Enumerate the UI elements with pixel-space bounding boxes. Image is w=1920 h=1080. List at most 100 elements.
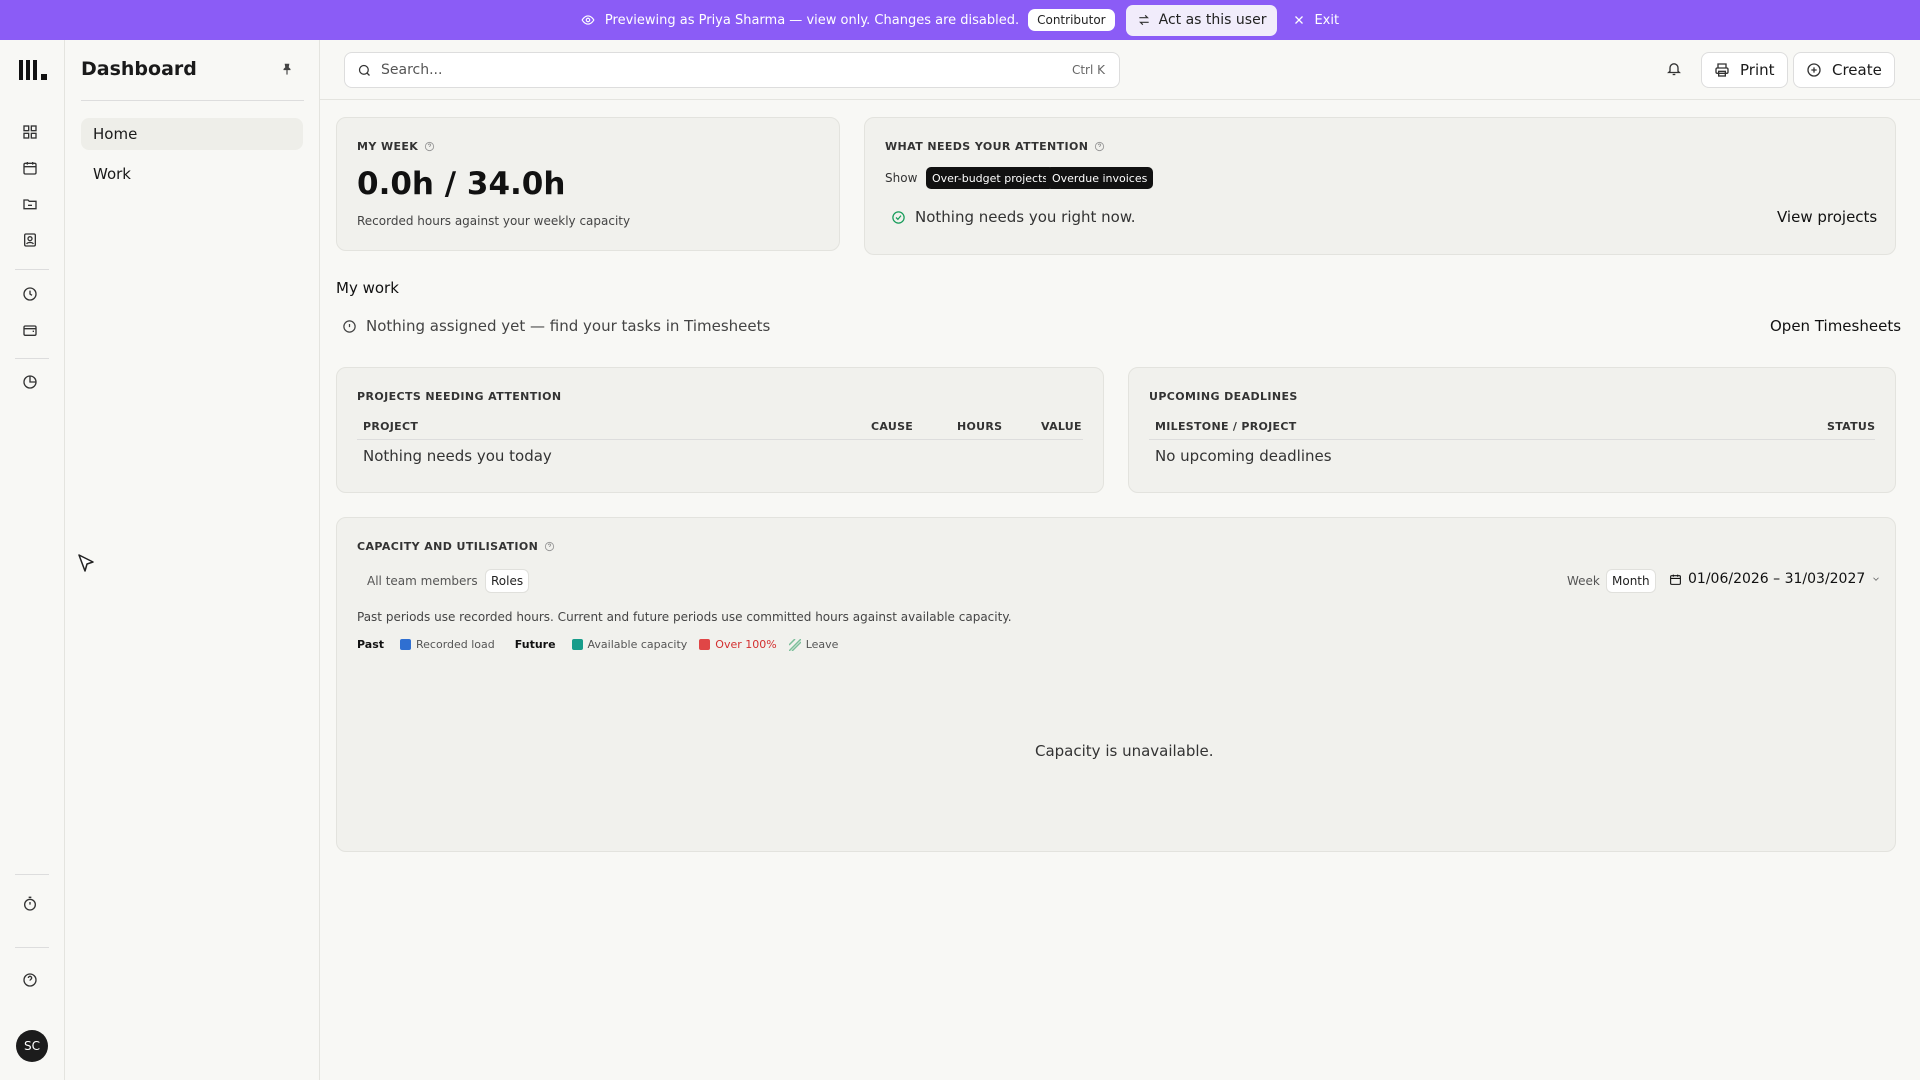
preview-banner: Previewing as Priya Sharma — view only. … [0,0,1920,40]
info-circle-icon [342,319,357,334]
my-week-title-text: MY WEEK [357,140,419,153]
my-work-empty: Nothing assigned yet — find your tasks i… [342,317,770,335]
sidebar-divider [81,100,304,101]
sidebar-item-work[interactable]: Work [81,158,303,190]
sidebar: Dashboard Home Work [65,40,320,1080]
capacity-legend: Past Recorded load Future Available capa… [357,638,850,651]
legend-leave: Leave [788,638,838,651]
date-range-text: 01/06/2026 – 31/03/2027 [1688,571,1866,587]
capacity-description: Past periods use recorded hours. Current… [357,610,1012,624]
close-icon [1293,14,1305,26]
column-header-value: VALUE [1041,420,1082,433]
my-work-empty-text: Nothing assigned yet — find your tasks i… [366,317,771,335]
legend-over: Over 100% [699,638,777,651]
legend-future-label: Future [514,638,556,651]
attention-title: WHAT NEEDS YOUR ATTENTION [885,140,1105,153]
legend-swatch-available [571,639,583,650]
pin-icon[interactable] [280,62,294,76]
week-hours-value: 0.0h / 34.0h [357,166,566,202]
printer-icon [1714,62,1730,78]
chevron-down-icon [1871,574,1881,584]
deadlines-empty-text: No upcoming deadlines [1155,447,1332,465]
search-box[interactable]: Ctrl K [344,52,1120,88]
date-range-picker[interactable]: 01/06/2026 – 31/03/2027 [1669,571,1881,587]
top-bar: Ctrl K Print Create [320,40,1920,100]
search-icon [357,63,372,78]
act-as-user-button[interactable]: Act as this user [1125,4,1278,36]
projects-empty-text: Nothing needs you today [363,447,552,465]
capacity-title: CAPACITY AND UTILISATION [357,540,555,553]
view-projects-link[interactable]: View projects [1777,208,1877,226]
create-label: Create [1832,61,1882,79]
legend-available-label: Available capacity [587,638,688,651]
calendar-icon [1669,573,1682,586]
show-label: Show [885,171,918,185]
help-icon[interactable] [22,972,38,988]
exit-preview-button[interactable]: Exit [1293,13,1339,28]
attention-empty: Nothing needs you right now. [891,208,1136,226]
info-icon[interactable] [544,541,555,552]
print-label: Print [1740,61,1775,79]
plus-circle-icon [1806,62,1822,78]
legend-past-label: Past [357,638,384,651]
swap-icon [1137,13,1151,27]
column-header-cause: CAUSE [871,420,914,433]
legend-recorded-label: Recorded load [416,638,495,651]
deadlines-title: UPCOMING DEADLINES [1149,390,1298,403]
info-icon[interactable] [424,141,435,152]
bell-icon[interactable] [1666,60,1682,77]
tab-month[interactable]: Month [1606,569,1656,593]
tab-all-team-members[interactable]: All team members [362,569,483,593]
tab-roles[interactable]: Roles [485,569,530,593]
column-header-milestone: MILESTONE / PROJECT [1155,420,1297,433]
legend-over-label: Over 100% [715,638,777,651]
sidebar-item-label: Work [93,165,131,183]
my-week-card: MY WEEK 0.0h / 34.0h Recorded hours agai… [336,117,840,251]
capacity-card: CAPACITY AND UTILISATION All team member… [336,517,1896,852]
projects-attention-card: PROJECTS NEEDING ATTENTION PROJECT CAUSE… [336,367,1104,493]
avatar[interactable]: SC [16,1030,48,1062]
mouse-cursor-icon [78,554,96,574]
app-logo[interactable] [19,60,49,80]
clock-icon[interactable] [22,286,38,302]
dashboard-icon[interactable] [22,124,38,140]
create-button[interactable]: Create [1793,52,1895,88]
contacts-icon[interactable] [22,232,38,248]
preview-message: Previewing as Priya Sharma — view only. … [604,12,1020,28]
search-shortcut: Ctrl K [1071,63,1105,77]
legend-swatch-over [699,639,711,650]
deadlines-card: UPCOMING DEADLINES MILESTONE / PROJECT S… [1128,367,1896,493]
column-header-project: PROJECT [363,420,419,433]
reports-icon[interactable] [22,374,38,390]
chip-over-budget[interactable]: Over-budget projects [926,167,1055,189]
role-badge: Contributor [1028,9,1115,31]
legend-swatch-recorded [400,639,411,650]
wallet-icon[interactable] [22,322,38,338]
rail-divider [15,269,49,270]
legend-available: Available capacity [571,638,688,651]
column-header-status: STATUS [1827,420,1876,433]
attention-title-text: WHAT NEEDS YOUR ATTENTION [885,140,1089,153]
rail-divider [15,358,49,359]
tab-week[interactable]: Week [1562,569,1605,593]
table-divider [1149,439,1875,440]
week-hours-subtitle: Recorded hours against your weekly capac… [357,214,631,228]
legend-recorded: Recorded load [400,638,495,651]
eye-icon [581,13,595,27]
page-title: Dashboard [81,58,197,80]
act-as-user-label: Act as this user [1158,12,1267,28]
open-timesheets-link[interactable]: Open Timesheets [1770,317,1901,335]
info-icon[interactable] [1094,141,1105,152]
timer-icon[interactable] [22,896,38,912]
attention-card: WHAT NEEDS YOUR ATTENTION Show Over-budg… [864,117,1896,255]
rail-divider [15,874,49,875]
check-circle-icon [891,210,906,225]
sidebar-item-home[interactable]: Home [81,118,303,150]
print-button[interactable]: Print [1701,52,1788,88]
capacity-title-text: CAPACITY AND UTILISATION [357,540,539,553]
column-header-hours: HOURS [957,420,1003,433]
chip-overdue-invoices[interactable]: Overdue invoices [1046,167,1154,189]
search-input[interactable] [381,62,1072,78]
calendar-icon[interactable] [22,160,38,176]
folder-icon[interactable] [22,196,38,212]
